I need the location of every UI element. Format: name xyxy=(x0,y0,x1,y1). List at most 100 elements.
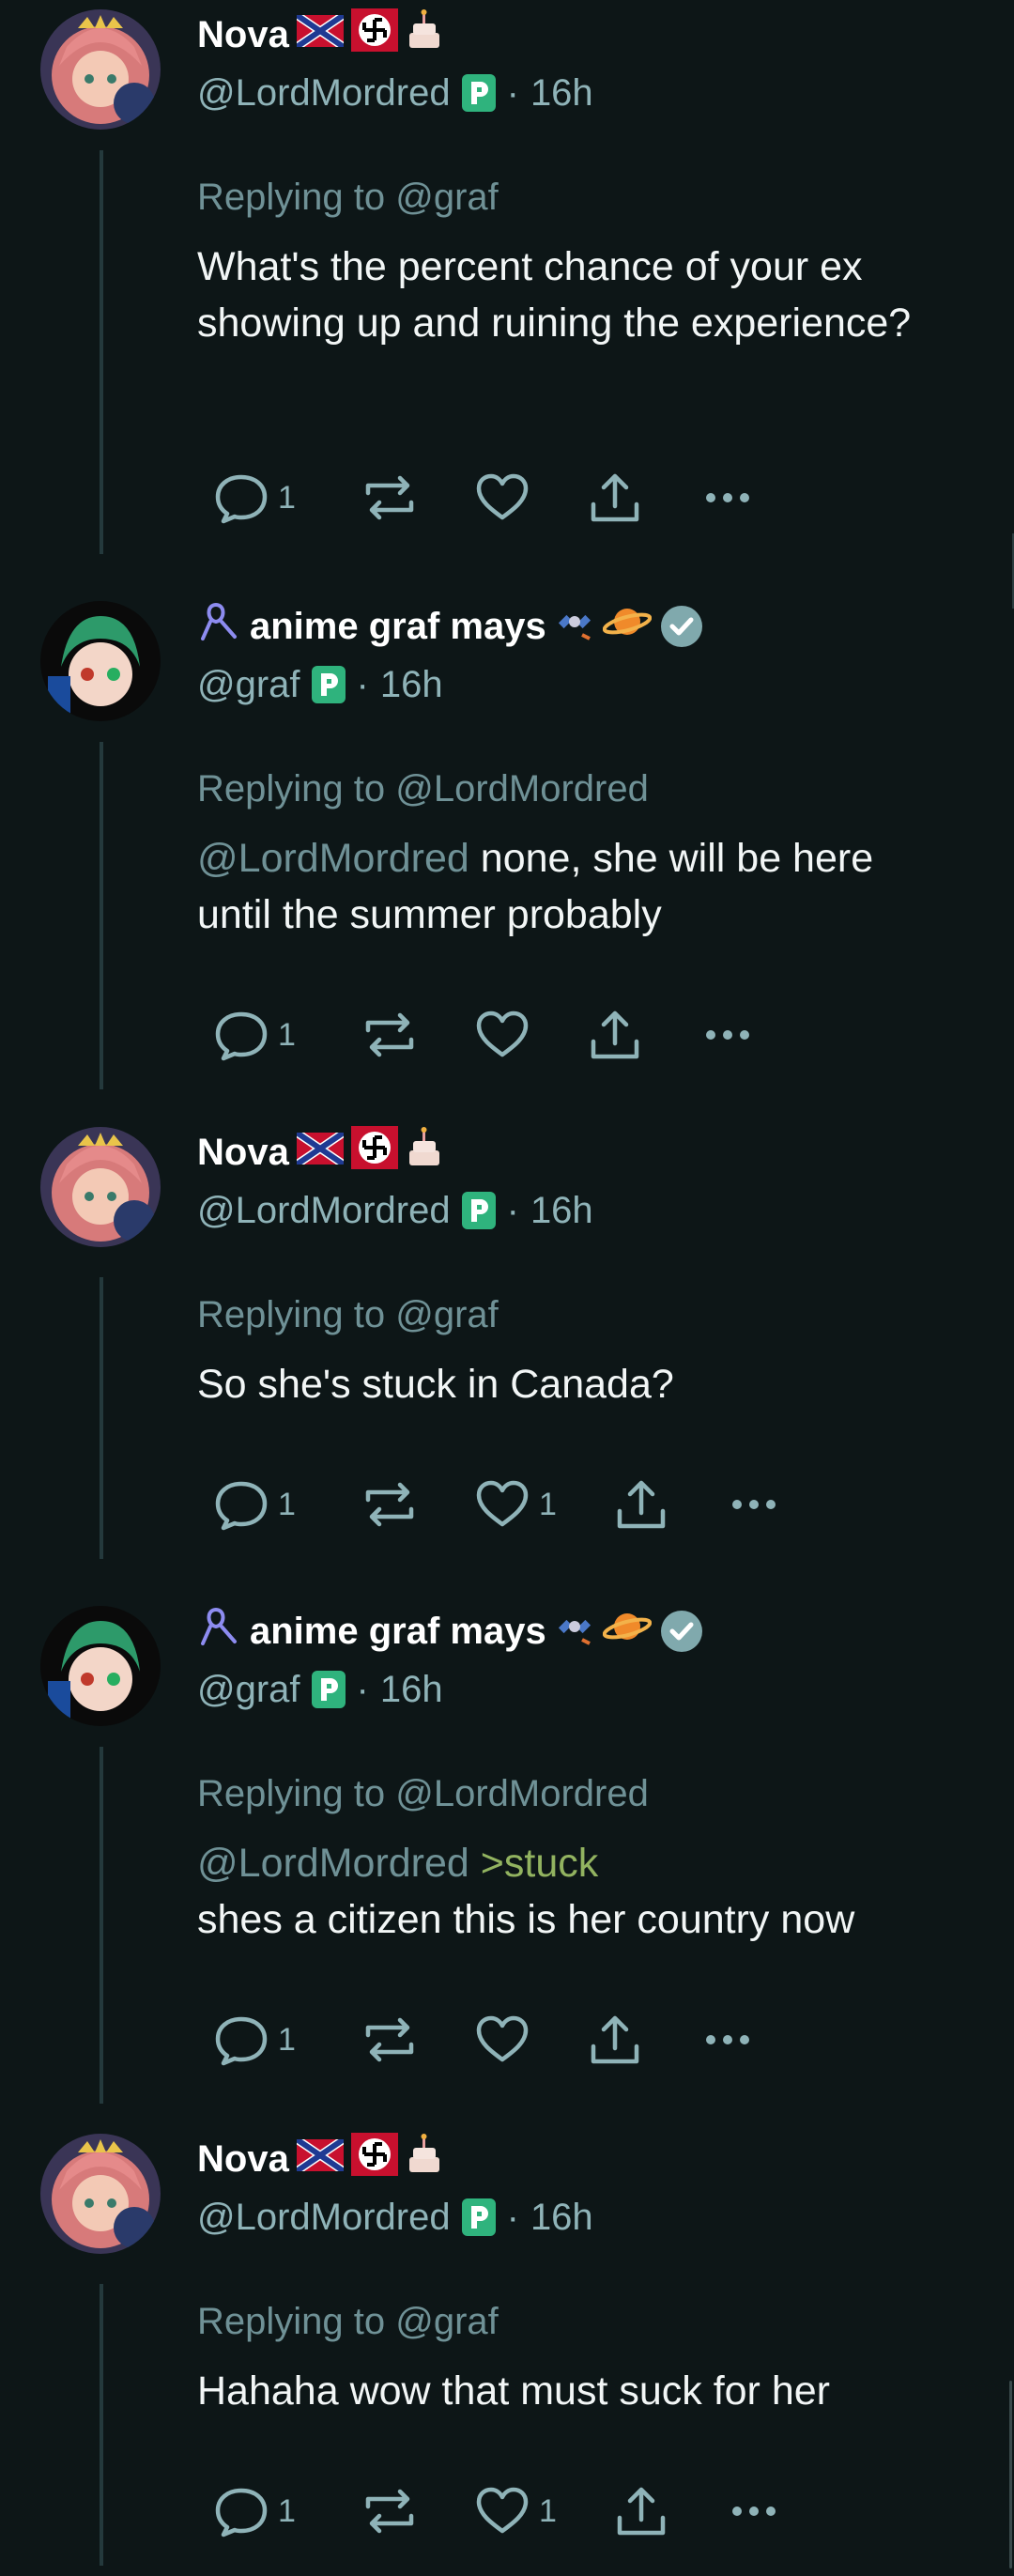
repost-icon xyxy=(361,2011,419,2069)
heart-icon xyxy=(473,469,531,527)
author-name[interactable]: anime graf mays xyxy=(250,1611,546,1653)
share-icon xyxy=(612,1475,670,1534)
p-badge-icon xyxy=(461,1192,496,1229)
share-button[interactable] xyxy=(612,2482,725,2540)
thread-line xyxy=(100,1747,103,2104)
author-row[interactable]: Nova xyxy=(197,1126,443,1179)
swastika-emoji xyxy=(350,8,398,61)
cake-emoji xyxy=(406,1126,443,1179)
avatar[interactable] xyxy=(40,1127,161,1247)
more-button[interactable] xyxy=(699,469,774,527)
avatar[interactable] xyxy=(40,2134,161,2254)
action-bar: 1 1 xyxy=(212,2483,800,2539)
avatar[interactable] xyxy=(40,601,161,721)
repost-button[interactable] xyxy=(361,469,473,527)
verified-icon xyxy=(659,1609,704,1654)
replying-label: Replying to xyxy=(197,177,386,218)
like-button[interactable] xyxy=(473,1006,586,1064)
scrollbar-thumb[interactable] xyxy=(1009,2381,1012,2568)
like-button[interactable] xyxy=(473,469,586,527)
like-button[interactable]: 1 xyxy=(473,1475,612,1534)
pride-ribbon-icon xyxy=(197,599,242,654)
author-row[interactable]: anime graf mays xyxy=(197,1607,704,1655)
handle-row: @LordMordred · 16h xyxy=(197,1187,593,1234)
like-button[interactable]: 1 xyxy=(473,2482,612,2540)
cake-emoji xyxy=(406,2133,443,2185)
more-button[interactable] xyxy=(699,2011,774,2069)
action-bar: 1 xyxy=(212,2012,774,2068)
satellite-emoji xyxy=(554,601,595,652)
post[interactable]: Nova @LordMordred · 16h Replying to @gra… xyxy=(0,0,1014,563)
more-icon xyxy=(725,1475,783,1534)
author-name[interactable]: Nova xyxy=(197,2138,289,2181)
body-mention[interactable]: @LordMordred xyxy=(197,836,469,881)
share-button[interactable] xyxy=(586,469,699,527)
reply-count: 1 xyxy=(278,1016,296,1053)
like-button[interactable] xyxy=(473,2011,586,2069)
repost-button[interactable] xyxy=(361,1006,473,1064)
post-text: So she's stuck in Canada? xyxy=(197,1362,674,1407)
reply-button[interactable]: 1 xyxy=(212,1475,361,1534)
timestamp[interactable]: 16h xyxy=(530,1190,593,1232)
post[interactable]: Nova @LordMordred · 16h Replying to @gra… xyxy=(0,2124,1014,2576)
more-button[interactable] xyxy=(725,1475,800,1534)
author-name[interactable]: Nova xyxy=(197,1132,289,1174)
author-handle[interactable]: @LordMordred xyxy=(197,1190,451,1232)
action-bar: 1 xyxy=(212,470,774,526)
author-row[interactable]: anime graf mays xyxy=(197,601,704,652)
author-row[interactable]: Nova xyxy=(197,8,443,61)
replying-to-mention[interactable]: @graf xyxy=(395,2301,499,2342)
reply-button[interactable]: 1 xyxy=(212,469,361,527)
post[interactable]: anime graf mays @graf · 16h Replying to … xyxy=(0,592,1014,1118)
author-name[interactable]: Nova xyxy=(197,14,289,56)
p-badge-icon xyxy=(311,1671,346,1708)
repost-button[interactable] xyxy=(361,2482,473,2540)
author-handle[interactable]: @LordMordred xyxy=(197,2197,451,2239)
post[interactable]: Nova @LordMordred · 16h Replying to @gra… xyxy=(0,1118,1014,1587)
p-badge-icon xyxy=(461,74,496,112)
replying-to-mention[interactable]: @LordMordred xyxy=(395,1773,649,1814)
timestamp[interactable]: 16h xyxy=(380,1669,443,1711)
separator: · xyxy=(506,71,519,114)
author-handle[interactable]: @graf xyxy=(197,1669,300,1711)
more-button[interactable] xyxy=(725,2482,800,2540)
replying-to: Replying to @graf xyxy=(197,177,499,219)
reply-icon xyxy=(212,1006,270,1064)
confederate-flag-emoji xyxy=(294,2135,346,2181)
reply-button[interactable]: 1 xyxy=(212,1006,361,1064)
verified-icon xyxy=(659,604,704,649)
share-button[interactable] xyxy=(586,2011,699,2069)
replying-to-mention[interactable]: @graf xyxy=(395,1294,499,1335)
repost-button[interactable] xyxy=(361,1475,473,1534)
like-count: 1 xyxy=(539,2492,557,2529)
action-bar: 1 1 xyxy=(212,1476,800,1533)
reply-count: 1 xyxy=(278,479,296,516)
repost-button[interactable] xyxy=(361,2011,473,2069)
share-button[interactable] xyxy=(612,1475,725,1534)
more-button[interactable] xyxy=(699,1006,774,1064)
share-button[interactable] xyxy=(586,1006,699,1064)
handle-row: @graf · 16h xyxy=(197,661,443,708)
timestamp[interactable]: 16h xyxy=(530,2197,593,2239)
reply-button[interactable]: 1 xyxy=(212,2482,361,2540)
reply-icon xyxy=(212,1475,270,1534)
author-handle[interactable]: @graf xyxy=(197,664,300,706)
body-mention[interactable]: @LordMordred xyxy=(197,1841,469,1886)
post[interactable]: anime graf mays @graf · 16h Replying to … xyxy=(0,1597,1014,2122)
separator: · xyxy=(506,1189,519,1231)
author-handle[interactable]: @LordMordred xyxy=(197,72,451,115)
replying-to-mention[interactable]: @LordMordred xyxy=(395,768,649,810)
author-name[interactable]: anime graf mays xyxy=(250,606,546,648)
reply-button[interactable]: 1 xyxy=(212,2011,361,2069)
heart-icon xyxy=(473,2011,531,2069)
timestamp[interactable]: 16h xyxy=(380,664,443,706)
replying-to: Replying to @graf xyxy=(197,2301,499,2343)
avatar[interactable] xyxy=(40,9,161,130)
replying-label: Replying to xyxy=(197,2301,386,2342)
post-body: What's the percent chance of your ex sho… xyxy=(197,239,958,351)
replying-to-mention[interactable]: @graf xyxy=(395,177,499,218)
timestamp[interactable]: 16h xyxy=(530,72,593,115)
handle-row: @LordMordred · 16h xyxy=(197,69,593,116)
author-row[interactable]: Nova xyxy=(197,2133,443,2185)
avatar[interactable] xyxy=(40,1606,161,1726)
